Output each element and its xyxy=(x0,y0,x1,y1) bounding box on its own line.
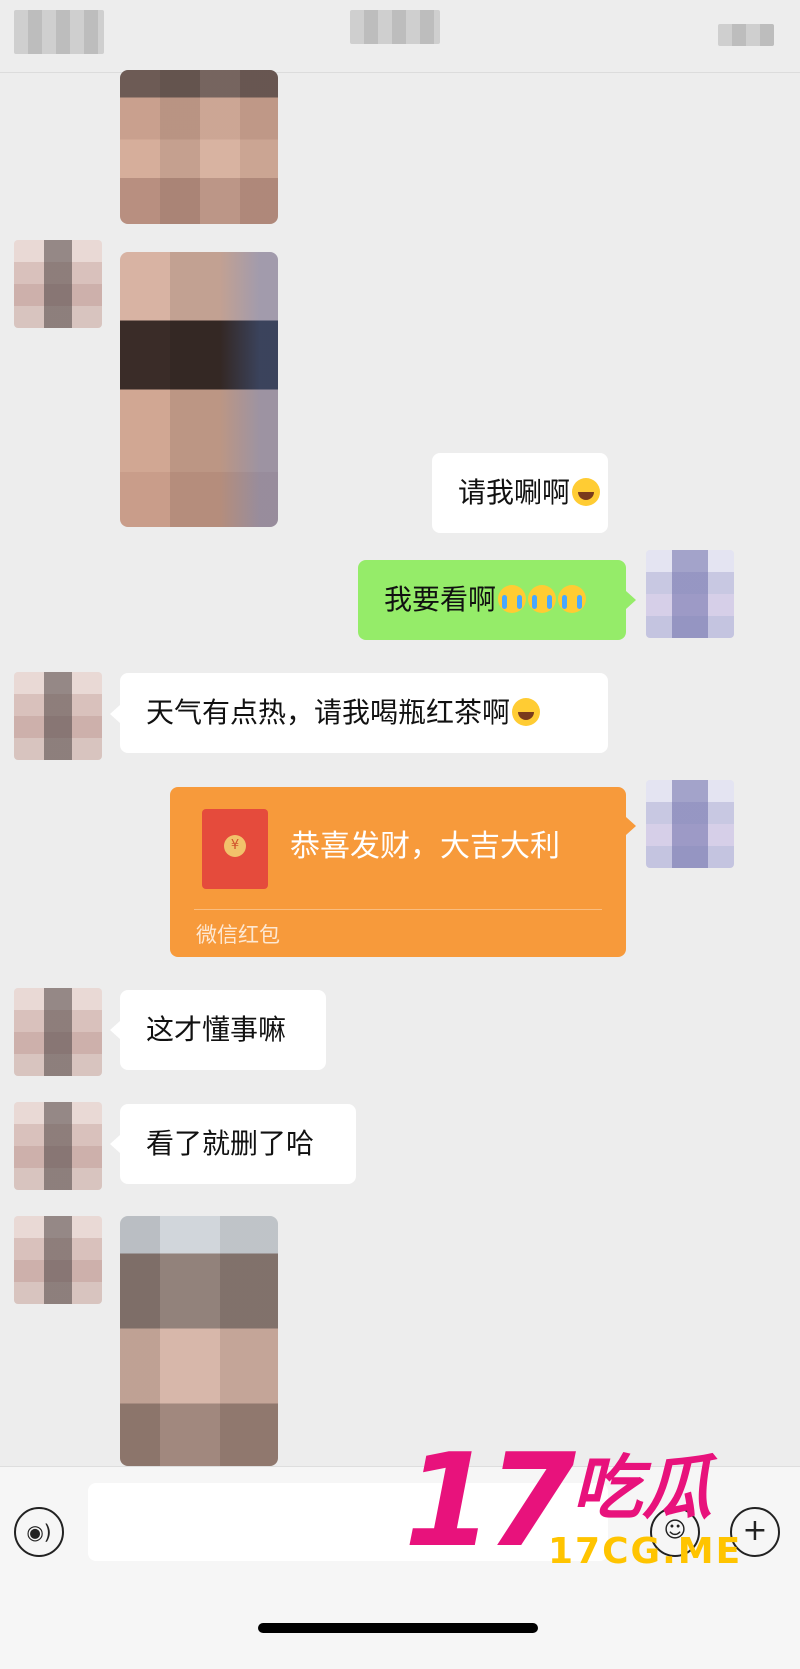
bubble-tail xyxy=(110,705,120,723)
crying-emoji-icon xyxy=(558,585,587,613)
chat-header xyxy=(0,0,800,73)
divider xyxy=(194,909,602,910)
home-indicator xyxy=(258,1623,538,1633)
back-button[interactable] xyxy=(14,10,104,54)
message-text: 这才懂事嘛 xyxy=(146,1013,287,1046)
message-bubble[interactable]: 天气有点热，请我喝瓶红茶啊 xyxy=(120,673,608,753)
message-bubble[interactable]: 看了就删了哈 xyxy=(120,1104,356,1184)
message-text: 看了就删了哈 xyxy=(146,1127,315,1160)
image-message[interactable] xyxy=(120,1216,278,1466)
voice-icon[interactable]: ◉) xyxy=(14,1507,64,1557)
avatar-contact[interactable] xyxy=(14,672,102,760)
crying-emoji-icon xyxy=(528,585,557,613)
coin-icon: ¥ xyxy=(224,835,246,857)
watermark-number: 17 xyxy=(404,1427,576,1576)
chat-title xyxy=(350,10,440,44)
message-bubble[interactable]: 我要看啊 xyxy=(358,560,626,640)
red-packet-label: 微信红包 xyxy=(196,923,280,947)
watermark-url: 17CG.ME xyxy=(548,1531,743,1572)
laughing-emoji-icon xyxy=(512,698,541,726)
avatar-contact[interactable] xyxy=(14,240,102,328)
more-button[interactable] xyxy=(718,24,774,46)
crying-emoji-icon xyxy=(498,585,527,613)
bubble-tail xyxy=(110,1021,120,1039)
red-envelope-icon: ¥ xyxy=(202,809,268,889)
avatar-contact[interactable] xyxy=(14,988,102,1076)
red-packet-message[interactable]: ¥ 恭喜发财，大吉大利 微信红包 xyxy=(170,787,626,957)
red-packet-greeting: 恭喜发财，大吉大利 xyxy=(290,829,560,864)
message-text: 我要看啊 xyxy=(384,583,497,616)
avatar-contact[interactable] xyxy=(14,1216,102,1304)
message-text: 请我唰啊 xyxy=(458,476,571,509)
bubble-tail xyxy=(110,1135,120,1153)
image-message[interactable] xyxy=(120,252,278,527)
image-message[interactable] xyxy=(120,70,278,224)
avatar-contact[interactable] xyxy=(14,1102,102,1190)
bubble-tail xyxy=(626,817,636,835)
message-bubble[interactable]: 请我唰啊 xyxy=(432,453,608,533)
laughing-emoji-icon xyxy=(572,478,601,506)
avatar-self[interactable] xyxy=(646,780,734,868)
message-bubble[interactable]: 这才懂事嘛 xyxy=(120,990,326,1070)
bubble-tail xyxy=(626,591,636,609)
watermark-chinese: 吃瓜 xyxy=(572,1447,712,1529)
message-text: 天气有点热，请我喝瓶红茶啊 xyxy=(146,696,511,729)
avatar-self[interactable] xyxy=(646,550,734,638)
